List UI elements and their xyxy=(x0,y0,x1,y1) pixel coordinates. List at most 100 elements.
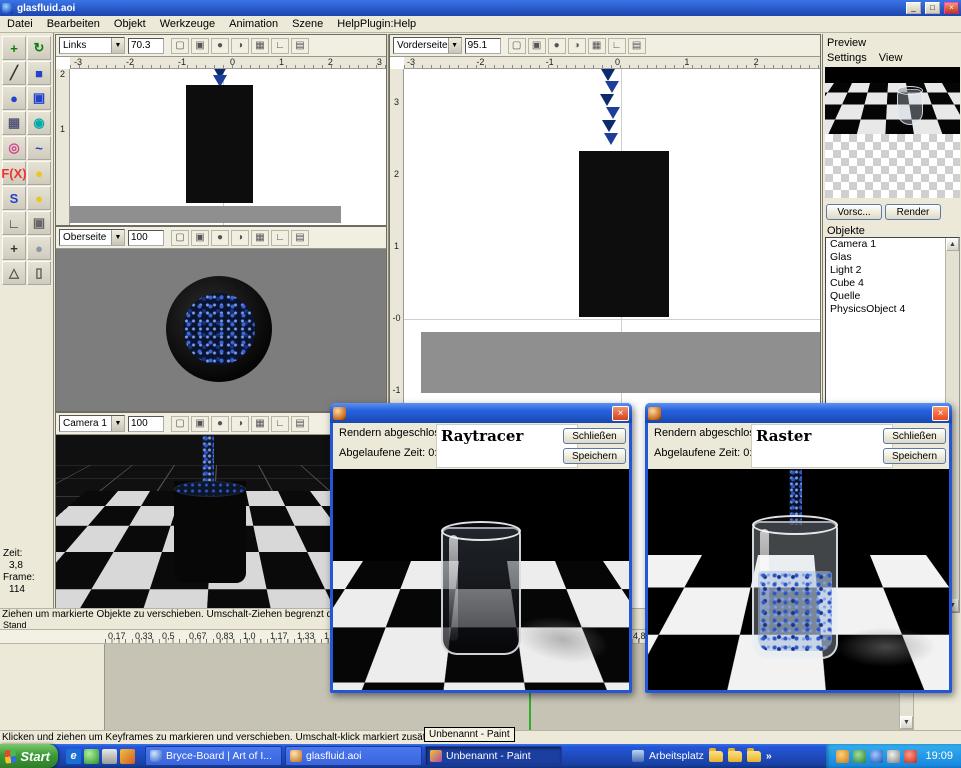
torus-tool-icon[interactable]: ◎ xyxy=(2,136,26,160)
spotlight-tool-icon[interactable]: ● xyxy=(27,186,51,210)
object-list-item[interactable]: Cube 4 xyxy=(826,277,945,290)
smooth-mode-icon[interactable]: ● xyxy=(211,37,229,54)
wireframe-mode-icon[interactable]: ▢ xyxy=(507,37,526,54)
camera-controls-icon[interactable]: ▤ xyxy=(627,37,646,54)
create-box-tool-icon[interactable]: ▣ xyxy=(27,86,51,110)
view-select-dropdown[interactable]: Oberseite ▼ xyxy=(59,229,125,246)
camera-controls-icon[interactable]: ▤ xyxy=(291,37,309,54)
task-button-paint[interactable]: Unbenannt - Paint xyxy=(425,746,562,766)
tray-icon[interactable] xyxy=(853,749,867,763)
menu-item[interactable]: Szene xyxy=(285,17,330,31)
smooth-mode-icon[interactable]: ● xyxy=(211,415,229,432)
floor-object[interactable] xyxy=(421,332,820,393)
chevron-down-icon[interactable]: ▼ xyxy=(111,38,124,53)
fxyz-tool-icon[interactable]: F(X) xyxy=(1,161,27,185)
menu-item[interactable]: Bearbeiten xyxy=(40,17,107,31)
media-player-icon[interactable] xyxy=(102,748,117,764)
zoom-input[interactable] xyxy=(128,229,164,246)
folder-icon[interactable] xyxy=(708,747,723,762)
menu-item[interactable]: Werkzeuge xyxy=(153,17,222,31)
tray-icon[interactable] xyxy=(887,749,901,763)
curve-tool-icon[interactable]: ~ xyxy=(27,136,51,160)
tab-view[interactable]: View xyxy=(879,52,903,64)
glass-object-front[interactable] xyxy=(579,151,669,317)
tray-icon[interactable] xyxy=(904,749,918,763)
wireframe-mode-icon[interactable]: ▢ xyxy=(171,415,189,432)
zoom-input[interactable] xyxy=(128,415,164,432)
show-desktop-icon[interactable] xyxy=(84,748,99,764)
camera-controls-icon[interactable]: ▤ xyxy=(291,229,309,246)
rotate-tool-icon[interactable]: ↻ xyxy=(27,36,51,60)
close-button[interactable]: Schließen xyxy=(563,428,626,444)
grid-toggle-icon[interactable]: ▦ xyxy=(587,37,606,54)
glass-object-side[interactable] xyxy=(186,85,253,203)
scroll-up-icon[interactable]: ▲ xyxy=(946,238,959,251)
object-list-item[interactable]: Glas xyxy=(826,251,945,264)
folder-icon[interactable] xyxy=(727,747,742,762)
move-tool-icon[interactable]: + xyxy=(2,36,26,60)
preview-button[interactable]: Vorsc... xyxy=(826,204,882,220)
maximize-icon[interactable]: □ xyxy=(925,2,940,14)
view-select-dropdown[interactable]: Links ▼ xyxy=(59,37,125,54)
axes-toggle-icon[interactable]: ∟ xyxy=(271,229,289,246)
folder-icon[interactable] xyxy=(746,747,761,762)
textured-mode-icon[interactable]: ◑ xyxy=(567,37,586,54)
shaded-mode-icon[interactable]: ▣ xyxy=(191,229,209,246)
edit-points-tool-icon[interactable]: ╱ xyxy=(2,61,26,85)
render-button[interactable]: Render xyxy=(885,204,941,220)
camera-controls-icon[interactable]: ▤ xyxy=(291,415,309,432)
object-list-item[interactable]: PhysicsObject 4 xyxy=(826,303,945,316)
glass-object-camera[interactable] xyxy=(174,481,246,583)
camera-tool-icon[interactable]: ▣ xyxy=(27,211,51,235)
axes-toggle-icon[interactable]: ∟ xyxy=(271,415,289,432)
textured-mode-icon[interactable]: ◑ xyxy=(231,229,249,246)
smooth-mode-icon[interactable]: ● xyxy=(211,229,229,246)
smooth-mode-icon[interactable]: ● xyxy=(547,37,566,54)
light-tool-icon[interactable]: ● xyxy=(27,161,51,185)
cylinder-tool-icon[interactable]: ▯ xyxy=(27,261,51,285)
object-list-item[interactable]: Light 2 xyxy=(826,264,945,277)
save-button[interactable]: Speichern xyxy=(883,448,946,464)
close-icon[interactable]: × xyxy=(944,2,959,14)
pan-tool-icon[interactable]: + xyxy=(2,236,26,260)
dialog-title-bar[interactable]: × xyxy=(330,403,632,423)
axes-tool-icon[interactable]: ∟ xyxy=(2,211,26,235)
object-list-item[interactable]: Quelle xyxy=(826,290,945,303)
cone-tool-icon[interactable]: △ xyxy=(2,261,26,285)
mesh-sphere-tool-icon[interactable]: ▦ xyxy=(2,111,26,135)
zoom-input[interactable] xyxy=(464,37,501,54)
menu-item[interactable]: HelpPlugin:Help xyxy=(330,17,423,31)
close-button[interactable]: Schließen xyxy=(883,428,946,444)
save-button[interactable]: Speichern xyxy=(563,448,626,464)
floor-object[interactable] xyxy=(70,206,341,223)
textured-mode-icon[interactable]: ◑ xyxy=(231,415,249,432)
menu-item[interactable]: Animation xyxy=(222,17,285,31)
view-select-dropdown[interactable]: Vorderseite ▼ xyxy=(393,37,462,54)
scroll-down-icon[interactable]: ▼ xyxy=(900,716,913,729)
boxed-sphere-tool-icon[interactable]: ◉ xyxy=(27,111,51,135)
grid-toggle-icon[interactable]: ▦ xyxy=(251,415,269,432)
start-button[interactable]: Start xyxy=(0,744,58,768)
view-select-dropdown[interactable]: Camera 1 ▼ xyxy=(59,415,125,432)
close-icon[interactable]: × xyxy=(612,405,629,421)
axes-toggle-icon[interactable]: ∟ xyxy=(271,37,289,54)
sphere-hand-tool-icon[interactable]: ● xyxy=(27,236,51,260)
close-icon[interactable]: × xyxy=(932,405,949,421)
wireframe-mode-icon[interactable]: ▢ xyxy=(171,229,189,246)
task-button-glasfluid[interactable]: glasfluid.aoi xyxy=(285,746,422,766)
tab-settings[interactable]: Settings xyxy=(827,52,867,64)
viewport-canvas-links[interactable] xyxy=(70,69,386,225)
object-list-item[interactable]: Camera 1 xyxy=(826,238,945,251)
spline-tool-icon[interactable]: S xyxy=(2,186,26,210)
textured-mode-icon[interactable]: ◑ xyxy=(231,37,249,54)
dialog-title-bar[interactable]: × xyxy=(645,403,952,423)
wireframe-mode-icon[interactable]: ▢ xyxy=(171,37,189,54)
tray-icon[interactable] xyxy=(870,749,884,763)
shaded-mode-icon[interactable]: ▣ xyxy=(527,37,546,54)
minimize-icon[interactable]: _ xyxy=(906,2,921,14)
create-sphere-tool-icon[interactable]: ● xyxy=(2,86,26,110)
task-button-bryce[interactable]: Bryce-Board | Art of I... xyxy=(145,746,282,766)
viewport-canvas-oberseite[interactable] xyxy=(56,249,386,411)
shaded-mode-icon[interactable]: ▣ xyxy=(191,37,209,54)
menu-item[interactable]: Objekt xyxy=(107,17,153,31)
